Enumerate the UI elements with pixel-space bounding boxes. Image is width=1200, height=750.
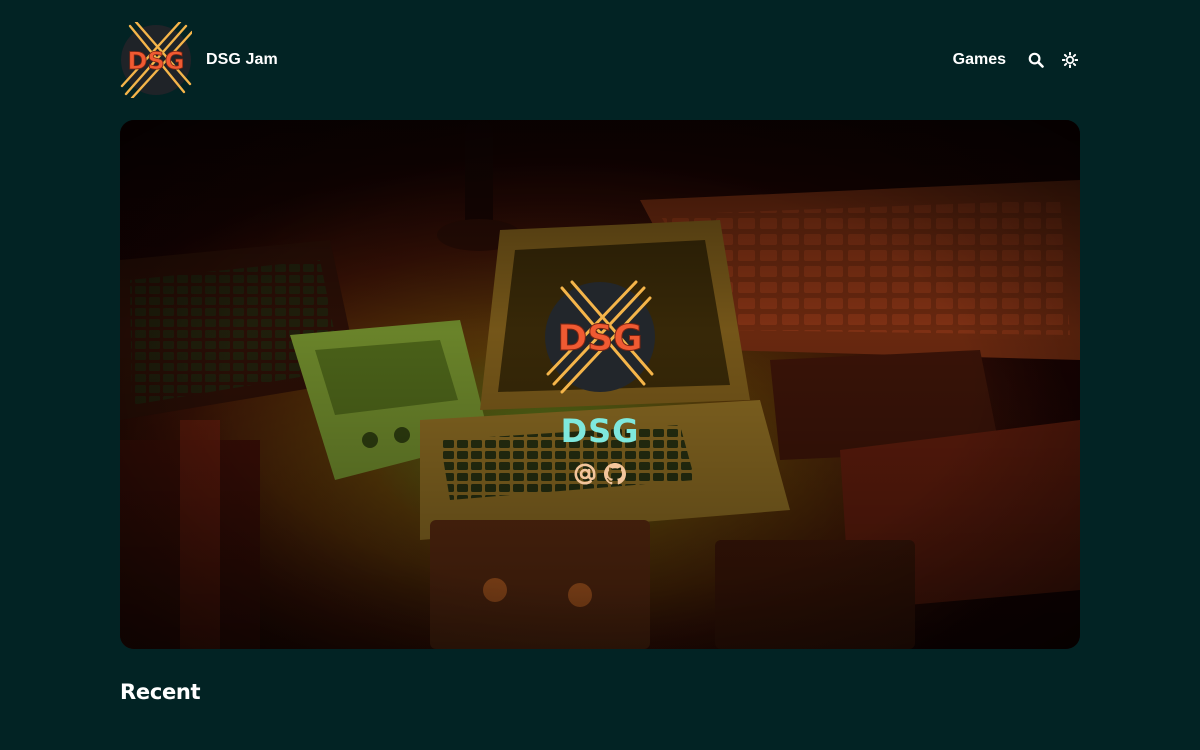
hero-banner: DSG DSG (120, 120, 1080, 649)
nav-games-link[interactable]: Games (953, 51, 1006, 69)
site-header: DSG DSG Jam Games (120, 22, 1080, 98)
profile-name: DSG (560, 412, 640, 450)
recent-section-title: Recent (120, 680, 201, 704)
dsg-logo-icon: DSG (120, 22, 192, 98)
home-link[interactable]: DSG DSG Jam (120, 22, 278, 98)
sun-icon[interactable] (1060, 50, 1080, 70)
main-nav: Games (953, 50, 1080, 70)
github-icon[interactable] (603, 462, 627, 486)
site-name: DSG Jam (206, 51, 278, 68)
profile-block: DSG DSG (120, 120, 1080, 649)
search-icon[interactable] (1026, 50, 1046, 70)
svg-text:DSG: DSG (128, 47, 185, 75)
dsg-logo-large-icon: DSG (545, 280, 655, 394)
profile-links (573, 462, 627, 486)
svg-text:DSG: DSG (557, 318, 642, 359)
at-sign-icon[interactable] (573, 462, 597, 486)
